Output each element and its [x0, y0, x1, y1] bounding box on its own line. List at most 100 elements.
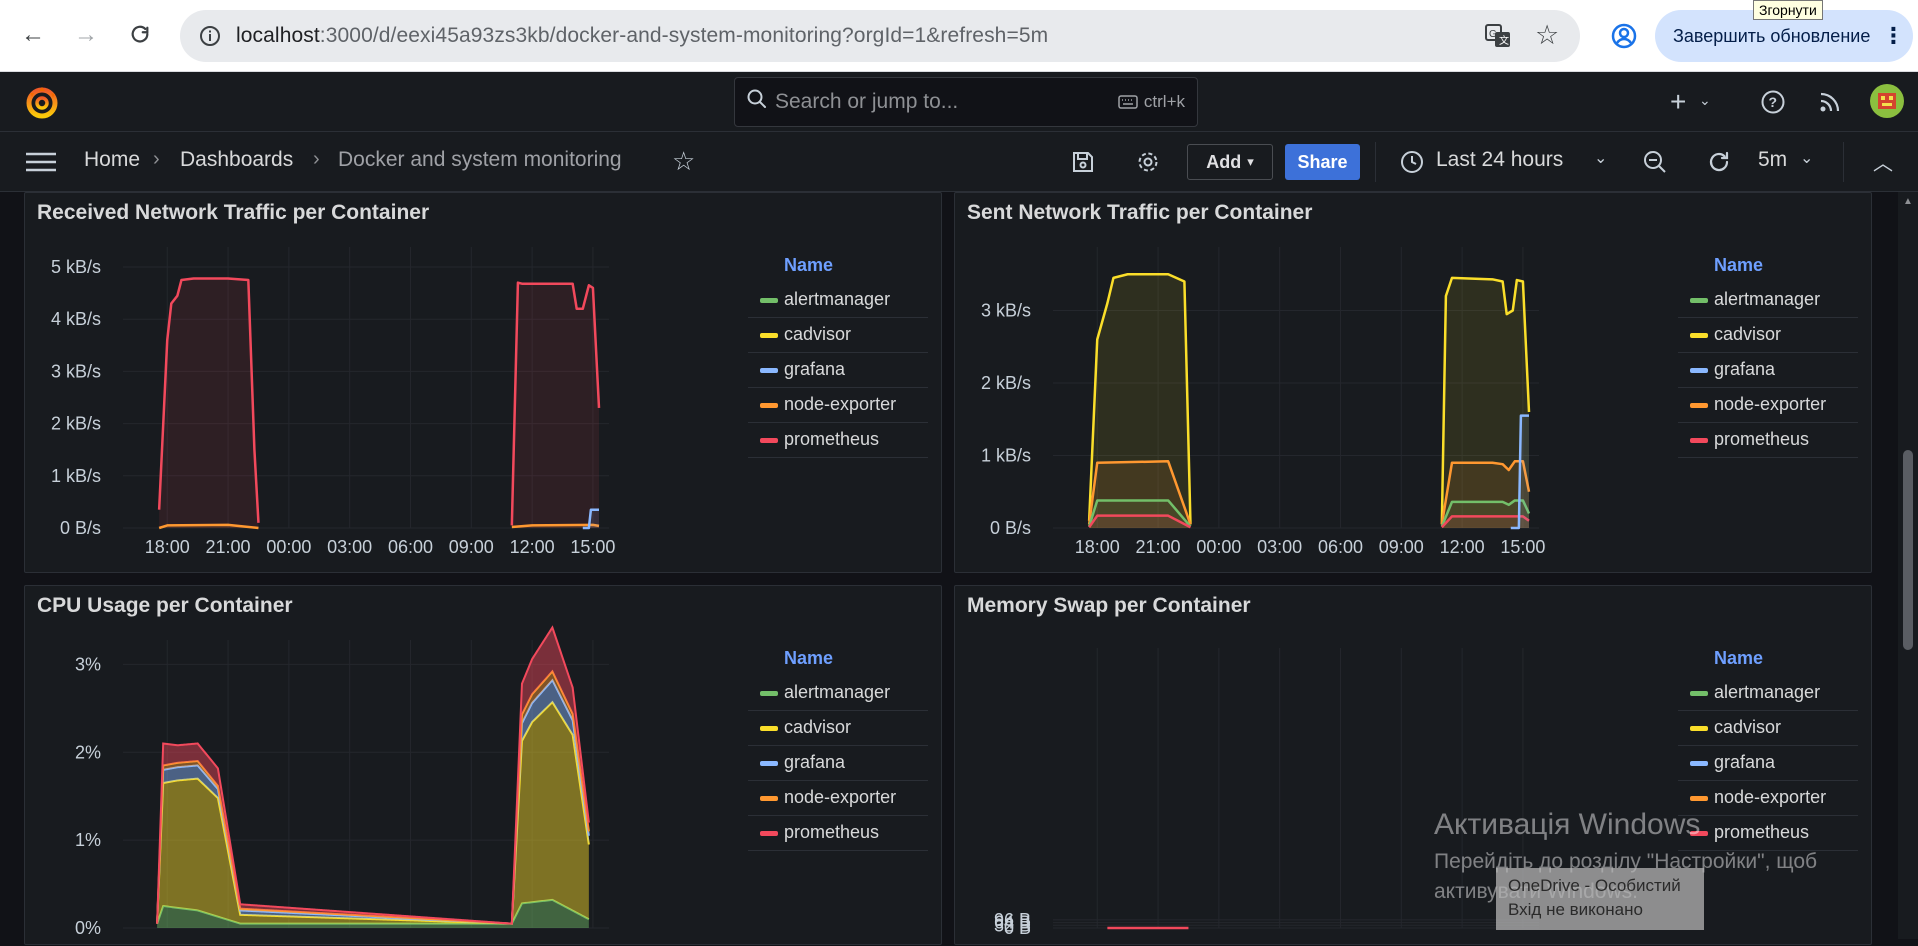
onedrive-title: OneDrive - Особистий — [1508, 876, 1681, 895]
legend-label: cadvisor — [784, 717, 852, 737]
keyboard-icon — [1118, 95, 1138, 109]
save-icon[interactable] — [1071, 150, 1095, 179]
legend-label: alertmanager — [1714, 682, 1821, 702]
legend-swatch — [760, 831, 778, 836]
legend-item-cadvisor[interactable]: cadvisor — [748, 711, 928, 746]
legend-item-node-exporter[interactable]: node-exporter — [1678, 388, 1858, 423]
back-arrow-icon[interactable]: ← — [15, 17, 51, 53]
plus-icon[interactable]: + — [1670, 86, 1686, 118]
dashboard-nav-bar: Home › Dashboards › Docker and system mo… — [0, 132, 1918, 192]
y-tick-label: 3% — [75, 654, 101, 674]
add-button[interactable]: Add ▾ — [1187, 144, 1273, 180]
breadcrumb-dashboards[interactable]: Dashboards — [180, 148, 293, 172]
area-prometheus — [159, 278, 259, 528]
legend-swatch — [1690, 438, 1708, 443]
refresh-interval-picker[interactable]: 5m — [1758, 148, 1787, 172]
x-tick-label: 00:00 — [1196, 537, 1241, 557]
chevron-down-icon[interactable]: ⌄ — [1800, 148, 1813, 168]
search-input[interactable]: Search or jump to... ctrl+k — [734, 77, 1198, 127]
legend-swatch — [1690, 796, 1708, 801]
avatar[interactable] — [1870, 84, 1904, 123]
site-info-icon[interactable] — [198, 24, 222, 53]
legend-item-node-exporter[interactable]: node-exporter — [1678, 781, 1858, 816]
y-tick-label: 0 B/s — [60, 518, 101, 538]
legend-swatch — [760, 368, 778, 373]
legend-item-prometheus[interactable]: prometheus — [1678, 816, 1858, 851]
help-icon[interactable]: ? — [1760, 89, 1786, 120]
legend-item-alertmanager[interactable]: alertmanager — [1678, 283, 1858, 318]
chevron-down-icon[interactable]: ⌄ — [1699, 92, 1711, 109]
breadcrumb-home[interactable]: Home — [84, 148, 140, 172]
zoom-out-icon[interactable] — [1643, 150, 1667, 179]
legend-swatch — [760, 761, 778, 766]
legend-header[interactable]: Name — [1714, 255, 1763, 276]
collapse-chevron-up-icon[interactable]: ︿ — [1873, 147, 1893, 176]
time-range-picker[interactable]: Last 24 hours — [1436, 148, 1563, 172]
scroll-up-icon[interactable]: ▲ — [1903, 196, 1913, 207]
translate-icon[interactable]: G文 — [1484, 23, 1512, 54]
scrollbar-thumb[interactable] — [1903, 450, 1913, 650]
legend-swatch — [1690, 333, 1708, 338]
legend-swatch — [1690, 691, 1708, 696]
bookmark-star-icon[interactable]: ☆ — [1535, 20, 1559, 51]
windows-activation-title: Активація Windows — [1434, 808, 1701, 841]
scrollbar[interactable]: ▲ — [1898, 192, 1918, 939]
legend: Name alertmanager cadvisor grafana node-expo… — [1678, 648, 1858, 851]
legend: Name alertmanager cadvisor grafana node-expo… — [748, 255, 928, 458]
browser-toolbar: ← → localhost:3000/d/eexi45a93zs3kb/dock… — [0, 0, 1918, 72]
share-button[interactable]: Share — [1285, 144, 1360, 180]
legend-item-prometheus[interactable]: prometheus — [748, 816, 928, 851]
url-text[interactable]: localhost:3000/d/eexi45a93zs3kb/docker-a… — [236, 24, 1048, 48]
legend-label: prometheus — [1714, 822, 1810, 842]
legend-item-grafana[interactable]: grafana — [1678, 353, 1858, 388]
grafana-logo-icon[interactable] — [24, 84, 60, 125]
y-tick-label: 0% — [75, 918, 101, 938]
forward-arrow-icon[interactable]: → — [68, 17, 104, 53]
chevron-down-icon[interactable]: ⌄ — [1594, 148, 1607, 168]
legend-header[interactable]: Name — [784, 648, 833, 669]
legend-item-prometheus[interactable]: prometheus — [1678, 423, 1858, 458]
sent-traffic-chart: 18:00 21:00 00:00 03:00 06:00 09:00 12:00 15:00… — [981, 247, 1545, 557]
search-shortcut-label: ctrl+k — [1143, 92, 1185, 111]
legend-item-alertmanager[interactable]: alertmanager — [1678, 676, 1858, 711]
star-dashboard-icon[interactable]: ☆ — [672, 146, 695, 177]
panel-sent-traffic: Sent Network Traffic per Container 18:00… — [954, 192, 1872, 573]
search-placeholder: Search or jump to... — [775, 90, 959, 113]
legend-item-grafana[interactable]: grafana — [1678, 746, 1858, 781]
legend-item-prometheus[interactable]: prometheus — [748, 423, 928, 458]
legend-item-cadvisor[interactable]: cadvisor — [1678, 318, 1858, 353]
y-tick-label: 1 kB/s — [981, 446, 1031, 466]
menu-toggle-icon[interactable] — [26, 152, 56, 177]
legend-item-node-exporter[interactable]: node-exporter — [748, 781, 928, 816]
kebab-menu-icon[interactable]: ⋮ — [1882, 23, 1904, 49]
onedrive-notification[interactable]: OneDrive - Особистий Вхід не виконано — [1496, 868, 1704, 930]
legend-swatch — [760, 691, 778, 696]
settings-gear-icon[interactable] — [1136, 150, 1160, 179]
legend-item-cadvisor[interactable]: cadvisor — [1678, 711, 1858, 746]
x-tick-label: 15:00 — [1500, 537, 1545, 557]
legend-swatch — [760, 438, 778, 443]
svg-text:G: G — [1489, 29, 1497, 40]
breadcrumb-separator-icon: › — [313, 148, 320, 170]
legend-header[interactable]: Name — [1714, 648, 1763, 669]
legend-item-node-exporter[interactable]: node-exporter — [748, 388, 928, 423]
legend-item-alertmanager[interactable]: alertmanager — [748, 676, 928, 711]
legend-item-grafana[interactable]: grafana — [748, 746, 928, 781]
divider — [1843, 142, 1844, 182]
reload-icon[interactable] — [122, 17, 158, 53]
legend-swatch — [1690, 761, 1708, 766]
refresh-icon[interactable] — [1706, 149, 1732, 180]
legend-item-grafana[interactable]: grafana — [748, 353, 928, 388]
clock-icon[interactable] — [1400, 150, 1424, 179]
legend-label: cadvisor — [1714, 717, 1782, 737]
profile-icon[interactable] — [1610, 22, 1638, 55]
address-bar[interactable]: localhost:3000/d/eexi45a93zs3kb/docker-a… — [180, 10, 1580, 62]
area-prometheus — [1441, 516, 1529, 528]
legend-item-alertmanager[interactable]: alertmanager — [748, 283, 928, 318]
finish-update-label: Завершить обновление — [1673, 25, 1871, 46]
legend-item-cadvisor[interactable]: cadvisor — [748, 318, 928, 353]
x-tick-label: 15:00 — [570, 537, 615, 557]
news-feed-icon[interactable] — [1818, 90, 1842, 119]
legend-header[interactable]: Name — [784, 255, 833, 276]
grafana-top-bar: Search or jump to... ctrl+k + ⌄ ? — [0, 72, 1918, 132]
